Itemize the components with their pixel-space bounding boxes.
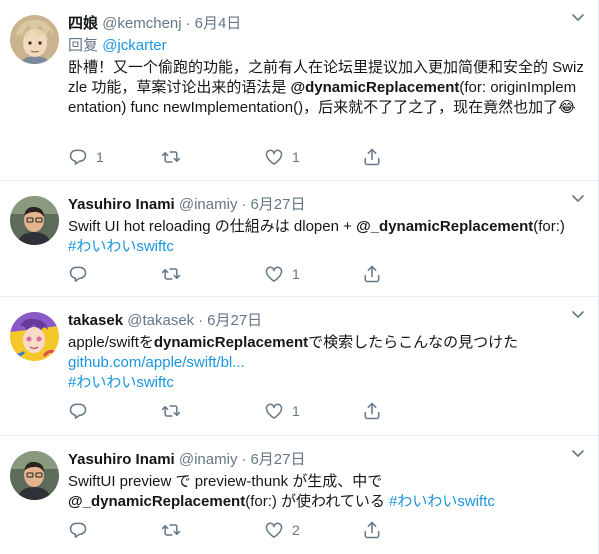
caret-down-icon[interactable] [572, 191, 584, 201]
retweet-icon [161, 520, 181, 540]
tweet-text-bold: dynamicReplacement [153, 334, 309, 351]
tweet-text: apple/swiftをdynamicReplacementで検索したらこんなの… [68, 333, 584, 393]
retweet-button[interactable] [161, 264, 189, 284]
tweet-header: Yasuhiro Inami @inamiy · 6月27日 [68, 450, 584, 470]
tweet[interactable]: Yasuhiro Inami @inamiy · 6月27日 SwiftUI pre… [0, 436, 598, 554]
retweet-icon [161, 147, 181, 167]
tweet-text-bold: @_dynamicReplacement [356, 218, 534, 235]
retweet-icon [161, 264, 181, 284]
like-icon [264, 147, 284, 167]
retweet-button[interactable] [161, 147, 189, 167]
hashtag-link[interactable]: #わいわいswiftc [68, 374, 174, 391]
share-icon [362, 520, 382, 540]
display-name[interactable]: takasek [68, 312, 123, 329]
like-icon [264, 264, 284, 284]
username[interactable]: @takasek [127, 312, 194, 329]
tweet-date[interactable]: 6月27日 [250, 451, 305, 468]
reply-to-link[interactable]: @jckarter [102, 37, 166, 54]
avatar[interactable] [10, 196, 59, 245]
like-button[interactable]: 2 [264, 520, 300, 540]
tweet-text-part: で検索したらこんなの見つけた [308, 334, 519, 351]
tweet-actions: 1 1 [68, 147, 398, 167]
like-button[interactable]: 1 [264, 264, 300, 284]
separator-dot: · [241, 196, 247, 213]
tweet-date[interactable]: 6月4日 [195, 15, 242, 32]
tweet-header: takasek @takasek · 6月27日 [68, 311, 584, 331]
share-button[interactable] [362, 264, 382, 284]
tweet-text-part: Swift UI hot reloading の仕組みは dlopen + [68, 218, 357, 235]
like-icon [264, 520, 284, 540]
like-button[interactable]: 1 [264, 401, 300, 421]
tweet-text-part: (for:) [533, 218, 565, 235]
tweet-text-bold: @_dynamicReplacement [68, 493, 246, 510]
like-button[interactable]: 1 [264, 147, 300, 167]
reply-icon [68, 147, 88, 167]
tweet-text: SwiftUI preview で preview-thunk が生成、中で @_… [68, 472, 584, 512]
share-button[interactable] [362, 147, 382, 167]
display-name[interactable]: Yasuhiro Inami [68, 196, 175, 213]
username[interactable]: @inamiy [179, 196, 238, 213]
reply-button[interactable] [68, 520, 96, 540]
tweet-date[interactable]: 6月27日 [250, 196, 305, 213]
hashtag-link[interactable]: #わいわいswiftc [68, 238, 174, 255]
reply-icon [68, 401, 88, 421]
reply-icon [68, 264, 88, 284]
share-button[interactable] [362, 401, 382, 421]
reply-icon [68, 520, 88, 540]
tweet-date[interactable]: 6月27日 [207, 312, 262, 329]
emoji: 😂 [558, 99, 576, 116]
like-count: 1 [292, 403, 300, 419]
reply-context: 回复 @jckarter [68, 36, 584, 56]
username[interactable]: @kemchenj [102, 15, 181, 32]
like-count: 1 [292, 266, 300, 282]
tweet-header: 四娘 @kemchenj · 6月4日 [68, 14, 584, 34]
like-icon [264, 401, 284, 421]
tweet-actions: 1 [68, 401, 398, 421]
avatar[interactable] [10, 15, 59, 64]
share-icon [362, 147, 382, 167]
tweet-feed: 四娘 @kemchenj · 6月4日 回复 @jckarter 卧槽！又一个偷跑的… [0, 0, 599, 554]
retweet-button[interactable] [161, 401, 189, 421]
username[interactable]: @inamiy [179, 451, 238, 468]
separator-dot: · [241, 451, 247, 468]
tweet-text-part: (for:) が使われている [245, 493, 390, 510]
tweet-text-part: apple/swiftを [68, 334, 154, 351]
separator-dot: · [185, 15, 191, 32]
hashtag-link[interactable]: #わいわいswiftc [389, 493, 495, 510]
tweet-text: Swift UI hot reloading の仕組みは dlopen + @_… [68, 217, 584, 257]
tweet-text: 卧槽！又一个偷跑的功能，之前有人在论坛里提议加入更加简便和安全的 Swizzle… [68, 58, 584, 118]
separator-dot: · [198, 312, 204, 329]
tweet-actions: 2 [68, 520, 398, 540]
retweet-icon [161, 401, 181, 421]
avatar[interactable] [10, 451, 59, 500]
like-count: 1 [292, 149, 300, 165]
tweet[interactable]: Yasuhiro Inami @inamiy · 6月27日 Swift UI ho… [0, 181, 598, 297]
share-button[interactable] [362, 520, 382, 540]
tweet-text-part: SwiftUI preview で preview-thunk が生成、中で [68, 473, 383, 490]
like-count: 2 [292, 522, 300, 538]
avatar[interactable] [10, 312, 59, 361]
caret-down-icon[interactable] [572, 446, 584, 456]
share-icon [362, 401, 382, 421]
tweet-text-bold: @dynamicReplacement [290, 79, 460, 96]
reply-button[interactable] [68, 264, 96, 284]
reply-prefix: 回复 [68, 37, 99, 54]
reply-button[interactable]: 1 [68, 147, 104, 167]
display-name[interactable]: 四娘 [68, 15, 98, 32]
tweet-header: Yasuhiro Inami @inamiy · 6月27日 [68, 195, 584, 215]
tweet[interactable]: 四娘 @kemchenj · 6月4日 回复 @jckarter 卧槽！又一个偷跑的… [0, 0, 598, 181]
tweet[interactable]: takasek @takasek · 6月27日 apple/swiftをdynam… [0, 297, 598, 436]
tweet-actions: 1 [68, 264, 398, 284]
retweet-button[interactable] [161, 520, 189, 540]
caret-down-icon[interactable] [572, 307, 584, 317]
display-name[interactable]: Yasuhiro Inami [68, 451, 175, 468]
reply-button[interactable] [68, 401, 96, 421]
url-link[interactable]: github.com/apple/swift/bl... [68, 354, 245, 371]
reply-count: 1 [96, 149, 104, 165]
caret-down-icon[interactable] [572, 10, 584, 20]
share-icon [362, 264, 382, 284]
